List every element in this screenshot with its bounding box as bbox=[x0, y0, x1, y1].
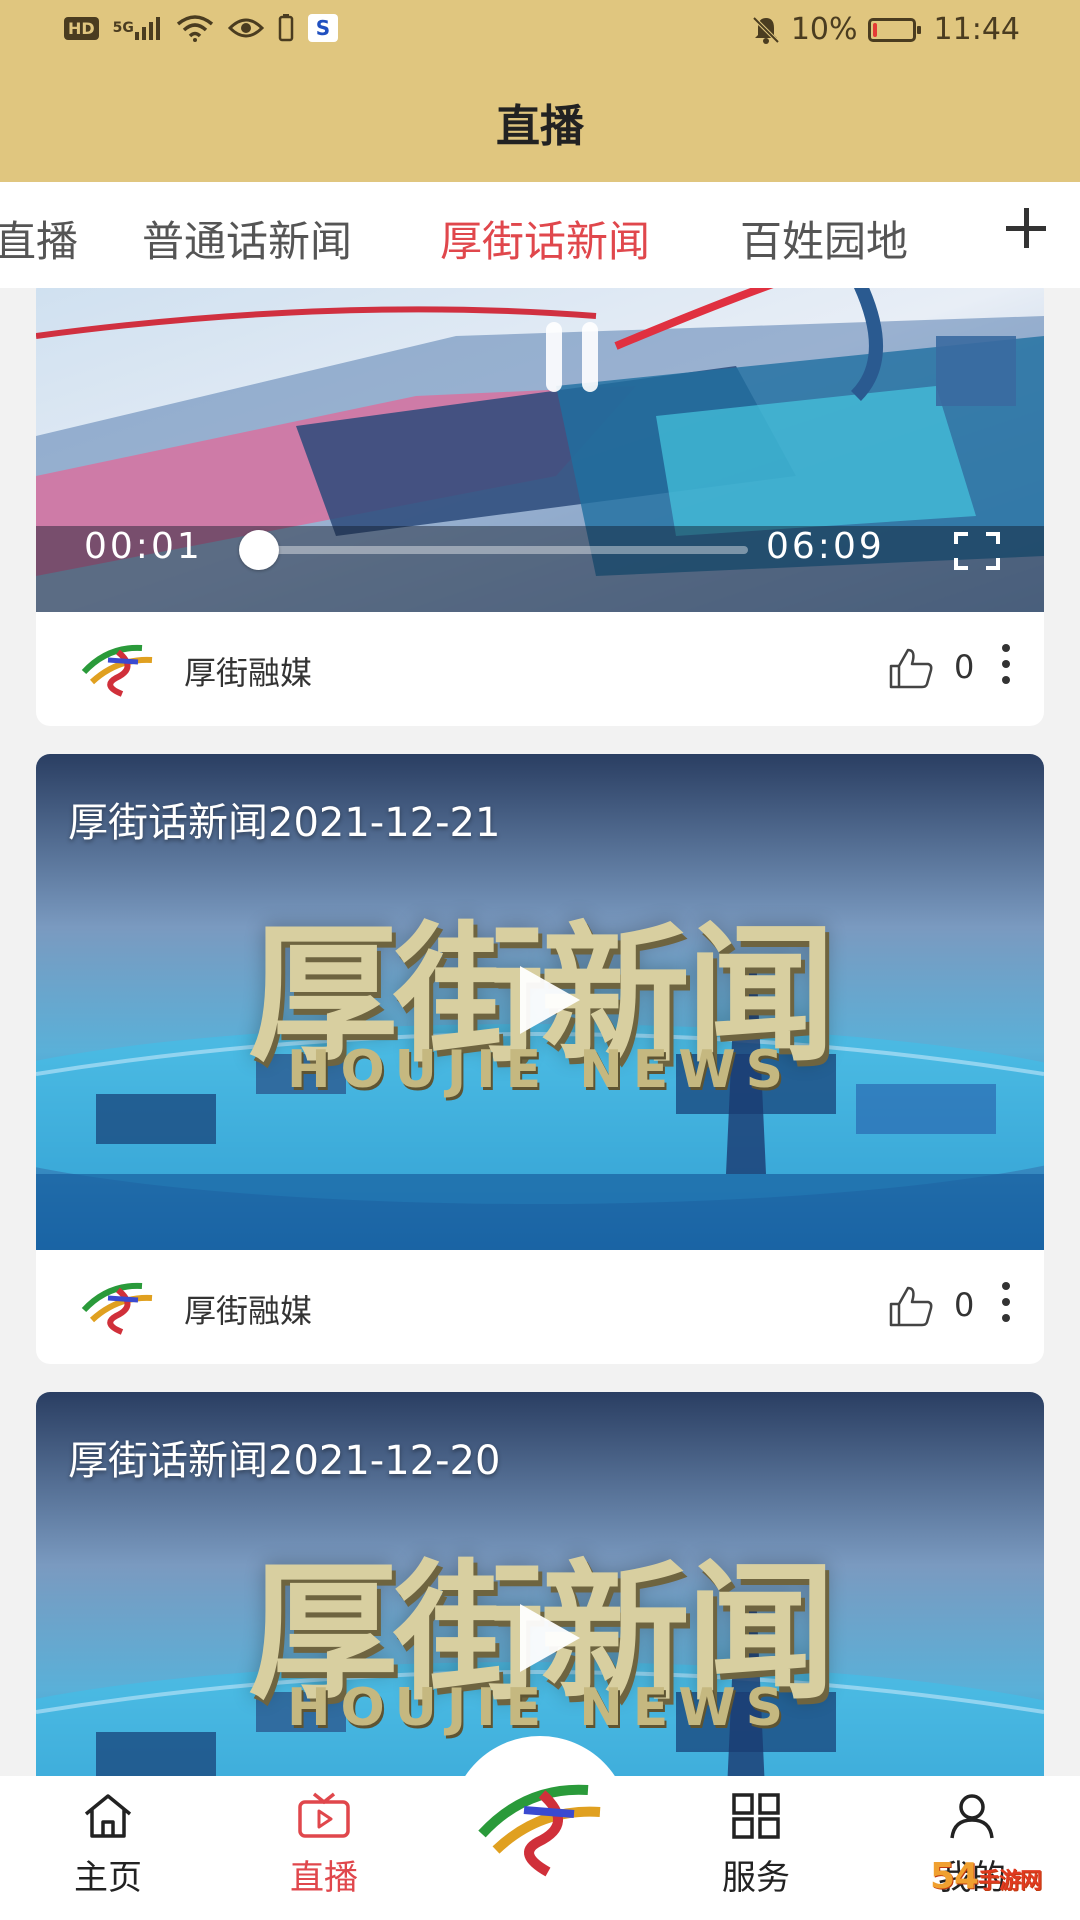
video-card[interactable]: 厚街话新闻2021-12-21 厚街新闻 HOUJIE NEWS 厚街融媒 0 bbox=[36, 754, 1044, 1364]
nav-label: 服务 bbox=[722, 1858, 790, 1898]
thumbnail-title-en: HOUJIE NEWS bbox=[286, 1040, 794, 1100]
eye-icon bbox=[227, 16, 264, 40]
watermark-sub: 手游网 bbox=[978, 1869, 1042, 1894]
video-feed: 00:01 06:09 厚街融媒 0 厚街话新闻2021-12-21 厚街新闻 … bbox=[0, 288, 1080, 1776]
thumbnail-title-en: HOUJIE NEWS bbox=[286, 1678, 794, 1738]
signal-5g-icon: 5G bbox=[113, 16, 162, 40]
current-time: 00:01 bbox=[84, 526, 203, 567]
phone-battery-icon bbox=[278, 14, 294, 42]
channel-tabs: 直播 普通话新闻 厚街话新闻 百姓园地 bbox=[0, 182, 1080, 288]
watermark-text: 54 bbox=[930, 1856, 979, 1897]
source-name[interactable]: 厚街融媒 bbox=[184, 1286, 312, 1332]
hd-icon: HD bbox=[64, 16, 99, 40]
video-title: 厚街话新闻2021-12-20 bbox=[68, 1438, 501, 1484]
like-count: 0 bbox=[954, 1286, 975, 1324]
nav-live[interactable]: 直播 bbox=[244, 1792, 404, 1899]
battery-icon bbox=[867, 17, 921, 42]
thumbs-up-icon[interactable] bbox=[888, 646, 934, 690]
user-icon bbox=[950, 1794, 994, 1839]
play-icon[interactable] bbox=[500, 960, 580, 1040]
clock: 11:44 bbox=[933, 12, 1020, 47]
battery-fill bbox=[872, 22, 877, 37]
houjie-logo-icon bbox=[81, 644, 153, 697]
pause-icon[interactable] bbox=[546, 322, 606, 392]
card-meta: 厚街融媒 0 bbox=[36, 1250, 1044, 1364]
status-bar: HD 5G S 10% 11:44 bbox=[0, 0, 1080, 60]
status-right: 10% 11:44 bbox=[751, 12, 1020, 47]
video-card-playing: 00:01 06:09 厚街融媒 0 bbox=[36, 288, 1044, 726]
nav-label: 主页 bbox=[74, 1858, 142, 1898]
app-badge-icon: S bbox=[307, 14, 338, 42]
tab-live[interactable]: 直播 bbox=[0, 208, 78, 269]
fullscreen-icon[interactable] bbox=[954, 532, 1000, 570]
nav-services[interactable]: 服务 bbox=[676, 1792, 836, 1899]
grid-icon bbox=[732, 1793, 780, 1839]
status-left-icons: HD 5G S bbox=[64, 14, 338, 42]
app-header: HD 5G S 10% 11:44 直播 bbox=[0, 0, 1080, 182]
tab-houjie-dialect-news[interactable]: 厚街话新闻 bbox=[440, 208, 650, 269]
home-icon bbox=[84, 1794, 132, 1838]
thumbs-up-icon[interactable] bbox=[888, 1284, 934, 1328]
add-tab-icon[interactable] bbox=[1002, 204, 1050, 252]
houjie-logo-center-icon[interactable] bbox=[476, 1770, 604, 1880]
duration: 06:09 bbox=[766, 526, 885, 567]
more-options-icon[interactable] bbox=[996, 644, 1016, 688]
battery-percent: 10% bbox=[790, 12, 858, 47]
progress-bar[interactable] bbox=[239, 530, 748, 570]
like-count: 0 bbox=[954, 648, 975, 686]
nav-label: 直播 bbox=[290, 1858, 358, 1898]
tab-mandarin-news[interactable]: 普通话新闻 bbox=[142, 208, 352, 269]
page-title: 直播 bbox=[496, 101, 584, 152]
video-title: 厚街话新闻2021-12-21 bbox=[68, 800, 501, 846]
nav-home[interactable]: 主页 bbox=[28, 1792, 188, 1899]
watermark: 54手游网 bbox=[930, 1856, 1042, 1897]
tv-icon bbox=[298, 1792, 350, 1838]
houjie-logo-icon bbox=[81, 1282, 153, 1335]
source-name[interactable]: 厚街融媒 bbox=[184, 648, 312, 694]
more-options-icon[interactable] bbox=[996, 1282, 1016, 1326]
wifi-icon bbox=[176, 14, 214, 42]
signal-label: 5G bbox=[112, 20, 134, 36]
play-icon[interactable] bbox=[500, 1598, 580, 1678]
tab-community[interactable]: 百姓园地 bbox=[740, 208, 908, 269]
video-thumbnail[interactable]: 厚街话新闻2021-12-21 厚街新闻 HOUJIE NEWS bbox=[36, 754, 1044, 1250]
video-thumbnail[interactable]: 厚街话新闻2021-12-20 厚街新闻 HOUJIE NEWS bbox=[36, 1392, 1044, 1776]
video-card[interactable]: 厚街话新闻2021-12-20 厚街新闻 HOUJIE NEWS bbox=[36, 1392, 1044, 1776]
mute-bell-icon bbox=[751, 15, 781, 45]
card-meta: 厚街融媒 0 bbox=[36, 612, 1044, 726]
video-player[interactable]: 00:01 06:09 bbox=[36, 288, 1044, 612]
